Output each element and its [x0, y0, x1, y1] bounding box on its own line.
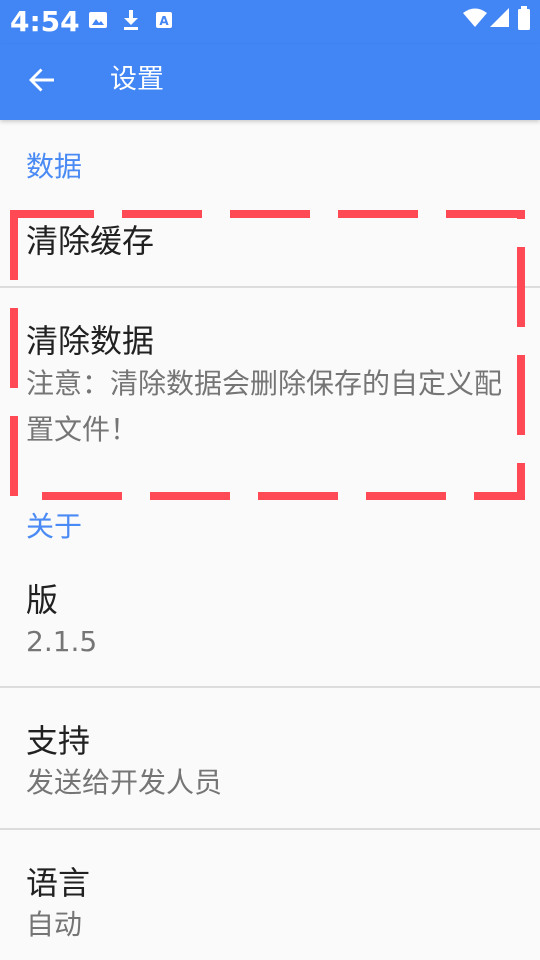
language-title: 语言	[26, 864, 91, 902]
wifi-icon	[463, 8, 487, 32]
download-icon	[121, 10, 141, 34]
font-a-icon: A	[155, 10, 173, 34]
section-header-data: 数据	[26, 150, 83, 183]
clear-data-item[interactable]: 清除数据 注意：清除数据会删除保存的自定义配置文件！	[0, 288, 540, 460]
image-icon	[88, 10, 108, 34]
clear-data-title: 清除数据	[26, 322, 155, 360]
clear-cache-item[interactable]: 清除缓存	[0, 200, 540, 286]
support-title: 支持	[26, 722, 91, 760]
cell-signal-icon	[490, 8, 510, 32]
version-item[interactable]: 版 2.1.5	[0, 560, 540, 686]
version-title: 版	[26, 581, 59, 619]
app-bar: 设置	[0, 44, 540, 120]
svg-text:A: A	[159, 14, 169, 28]
clear-data-summary: 注意：清除数据会删除保存的自定义配置文件！	[26, 367, 503, 446]
language-summary: 自动	[26, 908, 83, 941]
arrow-left-icon	[28, 66, 56, 98]
page-title: 设置	[110, 64, 164, 95]
section-header-about: 关于	[26, 510, 83, 543]
version-summary: 2.1.5	[26, 625, 98, 658]
status-bar: 4:54 A	[0, 0, 540, 44]
status-time: 4:54	[10, 5, 80, 38]
back-button[interactable]	[16, 56, 68, 108]
language-item[interactable]: 语言 自动	[0, 830, 540, 960]
clear-cache-title: 清除缓存	[26, 222, 155, 260]
battery-icon	[518, 6, 530, 34]
support-summary: 发送给开发人员	[26, 766, 223, 799]
settings-screen: 4:54 A 设置 数据 清除缓存 清除数据 注意：清除数据会删除保存的自定义配…	[0, 0, 540, 960]
support-item[interactable]: 支持 发送给开发人员	[0, 688, 540, 828]
